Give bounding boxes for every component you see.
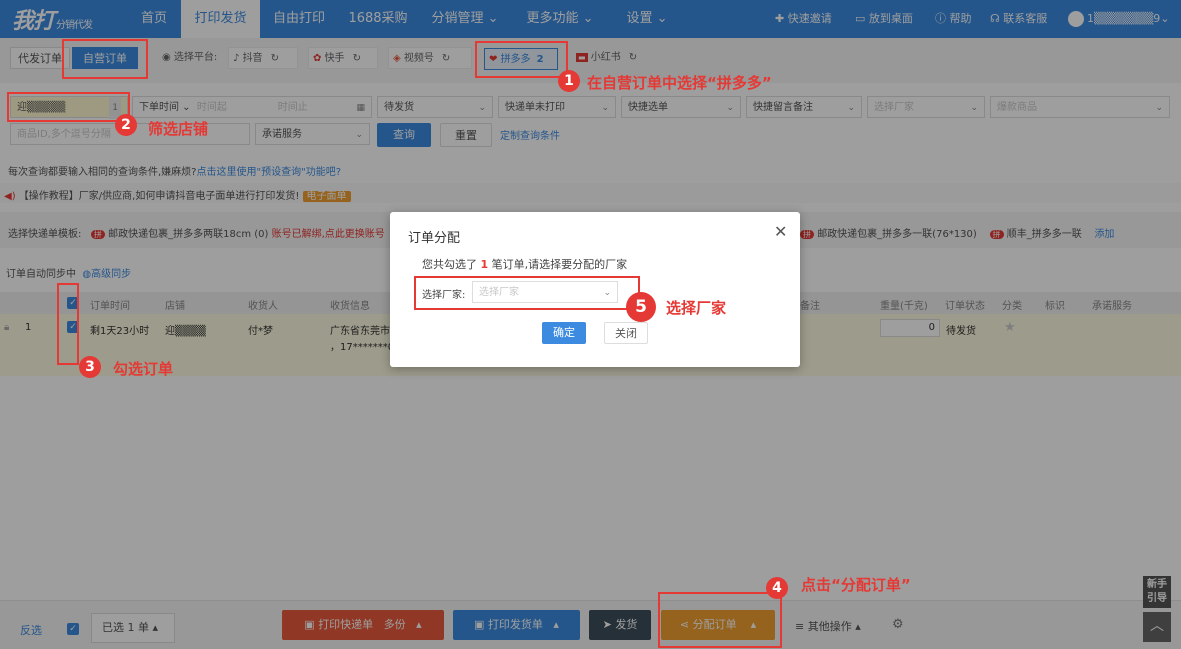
step-badge-2: 2 bbox=[115, 114, 137, 136]
close-button[interactable]: 关闭 bbox=[604, 322, 648, 344]
annotation-box-pdd bbox=[475, 41, 568, 78]
annotation-box-ziying bbox=[62, 39, 148, 79]
msg-post: 笔订单,请选择要分配的厂家 bbox=[491, 258, 628, 271]
msg-num: 1 bbox=[480, 258, 489, 271]
step-badge-4: 4 bbox=[766, 577, 788, 599]
annotation-box-factory bbox=[414, 276, 640, 310]
msg-pre: 您共勾选了 bbox=[422, 258, 477, 271]
modal-message: 您共勾选了 1 笔订单,请选择要分配的厂家 bbox=[422, 256, 627, 272]
step-badge-5: 5 bbox=[626, 292, 656, 322]
confirm-button[interactable]: 确定 bbox=[542, 322, 586, 344]
step-text-5: 选择厂家 bbox=[666, 299, 727, 317]
modal-title: 订单分配 bbox=[408, 231, 461, 246]
step-text-2: 筛选店铺 bbox=[148, 120, 209, 138]
close-icon[interactable]: ✕ bbox=[774, 222, 787, 241]
step-badge-1: 1 bbox=[558, 70, 580, 92]
step-text-3: 勾选订单 bbox=[113, 360, 174, 378]
step-text-1: 在自营订单中选择“拼多多” bbox=[587, 74, 772, 92]
annotation-box-checkbox bbox=[57, 283, 79, 365]
annotation-box-assign bbox=[658, 592, 782, 648]
step-badge-3: 3 bbox=[79, 356, 101, 378]
annotation-box-shop bbox=[7, 92, 130, 122]
step-text-4: 点击“分配订单” bbox=[801, 576, 911, 594]
